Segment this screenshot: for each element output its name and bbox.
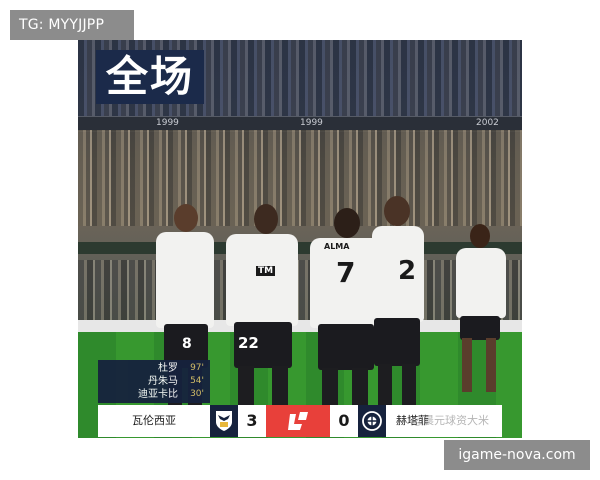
stand-label: 2002 [476, 118, 499, 128]
jersey-number: 8 [182, 336, 192, 352]
getafe-crest-icon [358, 405, 386, 437]
scorer-name: 丹朱马 [148, 376, 178, 387]
page: 1999 1999 2002 8 TM 22 ALMA 7 2 全场 杜罗 97… [0, 0, 600, 480]
jersey-number: 7 [336, 256, 356, 289]
overlay-watermark: @晨元球资大米 [412, 414, 489, 427]
jersey-number: 22 [238, 334, 259, 352]
scorer-minute: 54' [190, 376, 204, 386]
scorer-minute: 97' [190, 363, 204, 373]
home-team-name: 瓦伦西亚 [98, 405, 210, 437]
watermark-site: igame-nova.com [444, 440, 590, 470]
player-2: 2 [368, 196, 428, 438]
shirt-name: ALMA [324, 242, 350, 251]
laliga-logo-icon [266, 405, 330, 437]
scorer-minute: 30' [190, 389, 204, 399]
valencia-bat-crest-icon [210, 405, 238, 437]
away-score: 0 [330, 405, 358, 437]
watermark-tag: TG: MYYJJPP [10, 10, 134, 40]
scorer-row: 迪亚卡比 30' [104, 388, 204, 401]
scoreboard: 瓦伦西亚 3 0 赫塔菲 @晨元球资大米 [98, 405, 502, 437]
stand-label: 1999 [156, 118, 179, 128]
scorer-row: 丹朱马 54' [104, 375, 204, 388]
scorer-name: 迪亚卡比 [138, 389, 178, 400]
scorer-row: 杜罗 97' [104, 362, 204, 375]
scorer-name: 杜罗 [158, 363, 178, 374]
player-right [454, 224, 510, 398]
scorers-box: 杜罗 97' 丹朱马 54' 迪亚卡比 30' [98, 360, 210, 403]
home-score: 3 [238, 405, 266, 437]
stand-label: 1999 [300, 118, 323, 128]
away-team-box: 赫塔菲 @晨元球资大米 [386, 405, 502, 437]
shirt-sponsor: TM [256, 266, 276, 276]
player-22: TM 22 [218, 204, 302, 438]
jersey-number: 2 [398, 256, 417, 286]
title-text: 全场 [105, 52, 194, 101]
